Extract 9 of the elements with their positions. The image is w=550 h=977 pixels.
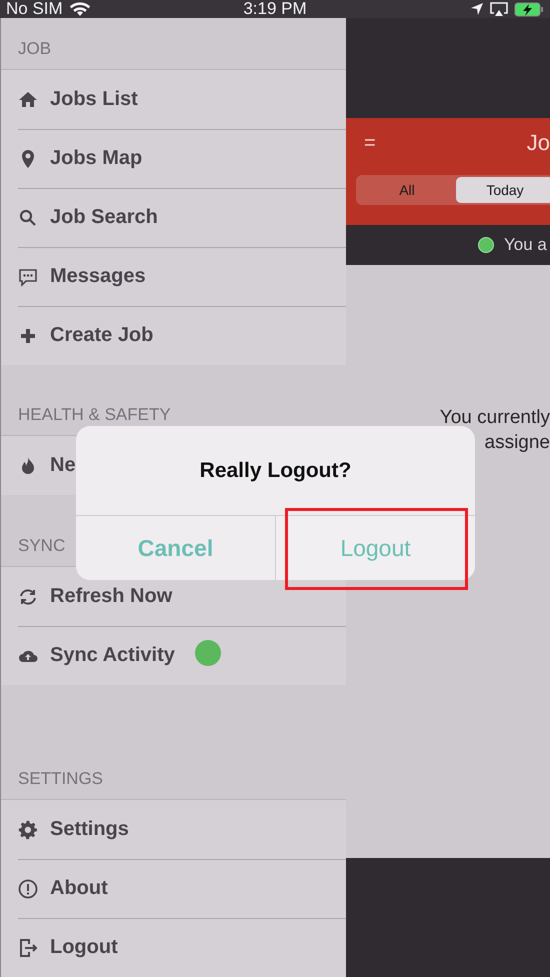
section-header: SYNC: [18, 536, 66, 556]
carrier-text: No SIM: [6, 0, 63, 19]
section-header: JOB: [18, 39, 52, 59]
section-header: SETTINGS: [18, 769, 104, 789]
screen-title: Jo: [526, 130, 550, 156]
status-message: You a: [504, 235, 547, 255]
section-header: HEALTH & SAFETY: [18, 405, 171, 425]
clock-text: 3:19 PM: [243, 0, 307, 19]
message-text: assigne: [484, 431, 550, 455]
